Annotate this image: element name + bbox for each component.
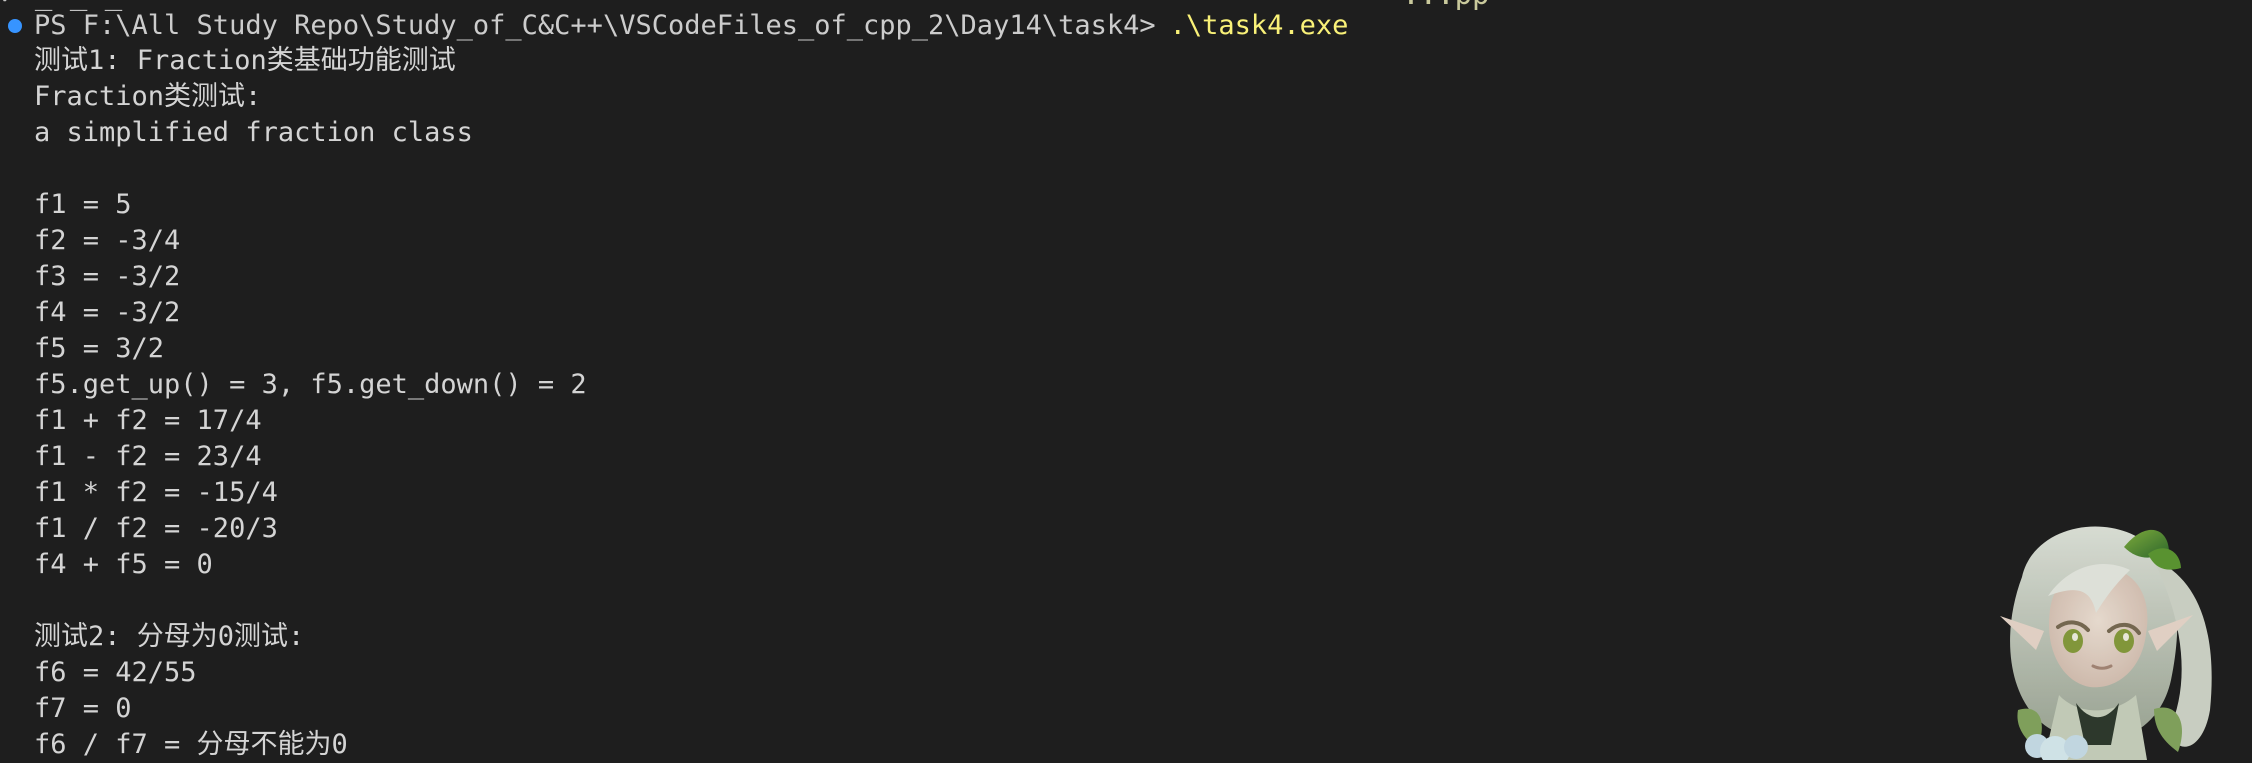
terminal-panel: ✓ _ _ _...pp PS F:\All Study Repo\Study_… — [0, 0, 2252, 760]
terminal-prompt-line[interactable]: PS F:\All Study Repo\Study_of_C&C++\VSCo… — [8, 8, 1348, 44]
output-line: a simplified fraction class — [34, 117, 473, 148]
output-line: Fraction类测试: — [34, 81, 262, 112]
blank-output-line — [34, 583, 1934, 619]
output-line: f1 / f2 = -20/3 — [34, 513, 278, 544]
output-line: f2 = -3/4 — [34, 225, 181, 256]
output-line: f7 = 0 — [34, 693, 132, 724]
prompt-path: PS F:\All Study Repo\Study_of_C&C++\VSCo… — [34, 10, 1156, 41]
terminal-output: 测试1: Fraction类基础功能测试 Fraction类测试: a simp… — [34, 43, 1934, 763]
output-line: f4 = -3/2 — [34, 297, 181, 328]
output-line: f3 = -3/2 — [34, 261, 181, 292]
anime-character-decoration-icon — [2000, 526, 2212, 760]
output-line: f1 + f2 = 17/4 — [34, 405, 262, 436]
output-line: f6 = 42/55 — [34, 657, 197, 688]
output-line: f5 = 3/2 — [34, 333, 165, 364]
truncated-top-line: ✓ _ _ _...pp — [0, 0, 2252, 9]
output-line: 测试1: Fraction类基础功能测试 — [34, 45, 456, 76]
prompt-command[interactable]: .\task4.exe — [1170, 8, 1349, 44]
output-line: 测试2: 分母为0测试: — [34, 621, 305, 652]
output-line: f6 / f7 = 分母不能为0 — [34, 729, 348, 760]
output-line: f5.get_up() = 3, f5.get_down() = 2 — [34, 369, 587, 400]
command-status-icon — [8, 19, 22, 33]
blank-output-line — [34, 151, 1934, 187]
output-line: f1 = 5 — [34, 189, 132, 220]
output-line: f1 - f2 = 23/4 — [34, 441, 262, 472]
output-line: f4 + f5 = 0 — [34, 549, 213, 580]
truncated-top-right: ...pp — [1402, 0, 1489, 11]
output-line: f1 * f2 = -15/4 — [34, 477, 278, 508]
